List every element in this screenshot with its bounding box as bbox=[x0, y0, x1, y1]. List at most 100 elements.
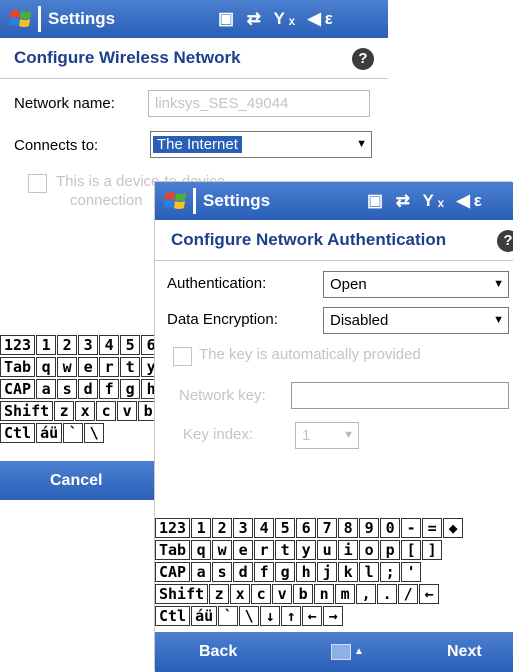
data-encryption-dropdown[interactable]: Disabled ▼ bbox=[323, 307, 509, 334]
keyboard-key[interactable]: u bbox=[317, 540, 338, 560]
keyboard-key[interactable]: m bbox=[335, 584, 356, 604]
keyboard-key[interactable]: . bbox=[377, 584, 398, 604]
keyboard-key[interactable]: s bbox=[57, 379, 78, 399]
key-auto-checkbox[interactable] bbox=[173, 347, 192, 366]
keyboard-key[interactable]: ← bbox=[419, 584, 440, 604]
keyboard-key[interactable]: ] bbox=[422, 540, 443, 560]
keyboard-key[interactable]: g bbox=[120, 379, 141, 399]
keyboard-key[interactable]: 8 bbox=[338, 518, 359, 538]
keyboard-key[interactable]: Ctl bbox=[0, 423, 36, 443]
keyboard-key[interactable]: \ bbox=[239, 606, 260, 626]
keyboard-key[interactable]: w bbox=[57, 357, 78, 377]
keyboard-key[interactable]: r bbox=[99, 357, 120, 377]
keyboard-key[interactable]: = bbox=[422, 518, 443, 538]
keyboard-key[interactable]: c bbox=[251, 584, 272, 604]
keyboard-key[interactable]: l bbox=[359, 562, 380, 582]
keyboard-key[interactable]: a bbox=[36, 379, 57, 399]
keyboard-key[interactable]: x bbox=[230, 584, 251, 604]
keyboard-key[interactable]: \ bbox=[84, 423, 105, 443]
keyboard-key[interactable]: ` bbox=[63, 423, 84, 443]
network-name-field[interactable]: linksys_SES_49044 bbox=[148, 90, 370, 117]
keyboard-key[interactable]: w bbox=[212, 540, 233, 560]
keyboard-key[interactable]: s bbox=[212, 562, 233, 582]
status-icons[interactable]: ▣ ⇄ Yₓ ◀ε bbox=[367, 182, 486, 220]
keyboard-key[interactable]: t bbox=[120, 357, 141, 377]
keyboard-key[interactable]: 2 bbox=[212, 518, 233, 538]
keyboard-key[interactable]: 3 bbox=[78, 335, 99, 355]
keyboard-key[interactable]: j bbox=[317, 562, 338, 582]
keyboard-key[interactable]: 123 bbox=[155, 518, 191, 538]
keyboard-key[interactable]: i bbox=[338, 540, 359, 560]
keyboard-key[interactable]: Shift bbox=[0, 401, 54, 421]
keyboard-key[interactable]: 0 bbox=[380, 518, 401, 538]
keyboard-key[interactable]: o bbox=[359, 540, 380, 560]
keyboard-icon[interactable] bbox=[331, 644, 351, 660]
keyboard-key[interactable]: f bbox=[254, 562, 275, 582]
keyboard-key[interactable]: CAP bbox=[155, 562, 191, 582]
sip-up-arrow-icon[interactable]: ▲ bbox=[354, 632, 364, 672]
keyboard-key[interactable]: x bbox=[75, 401, 96, 421]
keyboard-key[interactable]: CAP bbox=[0, 379, 36, 399]
help-icon[interactable]: ? bbox=[497, 230, 513, 252]
authentication-dropdown[interactable]: Open ▼ bbox=[323, 271, 509, 298]
keyboard-key[interactable]: , bbox=[356, 584, 377, 604]
keyboard-key[interactable]: 6 bbox=[296, 518, 317, 538]
keyboard-key[interactable]: q bbox=[191, 540, 212, 560]
keyboard-key[interactable]: z bbox=[54, 401, 75, 421]
keyboard-key[interactable]: → bbox=[323, 606, 344, 626]
keyboard-key[interactable]: 3 bbox=[233, 518, 254, 538]
keyboard-key[interactable]: Ctl bbox=[155, 606, 191, 626]
keyboard-key[interactable]: z bbox=[209, 584, 230, 604]
keyboard-key[interactable]: 4 bbox=[254, 518, 275, 538]
keyboard-key[interactable]: 2 bbox=[57, 335, 78, 355]
keyboard-key[interactable]: ' bbox=[401, 562, 422, 582]
keyboard-key[interactable]: e bbox=[78, 357, 99, 377]
keyboard-key[interactable]: ↓ bbox=[260, 606, 281, 626]
keyboard-key[interactable]: d bbox=[233, 562, 254, 582]
keyboard-key[interactable]: t bbox=[275, 540, 296, 560]
keyboard-key[interactable]: - bbox=[401, 518, 422, 538]
windows-start-icon[interactable] bbox=[8, 6, 34, 32]
keyboard-key[interactable]: v bbox=[117, 401, 138, 421]
keyboard-key[interactable]: / bbox=[398, 584, 419, 604]
next-button[interactable]: Next bbox=[447, 632, 482, 672]
keyboard-key[interactable]: 9 bbox=[359, 518, 380, 538]
keyboard-key[interactable]: ◆ bbox=[443, 518, 464, 538]
keyboard-key[interactable]: q bbox=[36, 357, 57, 377]
key-index-dropdown[interactable]: 1 ▼ bbox=[295, 422, 359, 449]
keyboard-key[interactable]: v bbox=[272, 584, 293, 604]
keyboard-key[interactable]: p bbox=[380, 540, 401, 560]
keyboard-key[interactable]: e bbox=[233, 540, 254, 560]
keyboard-key[interactable]: n bbox=[314, 584, 335, 604]
windows-start-icon[interactable] bbox=[163, 188, 189, 214]
keyboard-key[interactable]: [ bbox=[401, 540, 422, 560]
keyboard-key[interactable]: h bbox=[296, 562, 317, 582]
keyboard-key[interactable]: Tab bbox=[155, 540, 191, 560]
keyboard-key[interactable]: k bbox=[338, 562, 359, 582]
device-to-device-checkbox[interactable] bbox=[28, 174, 47, 193]
help-icon[interactable]: ? bbox=[352, 48, 374, 70]
keyboard-key[interactable]: b bbox=[293, 584, 314, 604]
keyboard-key[interactable]: Shift bbox=[155, 584, 209, 604]
keyboard-key[interactable]: Tab bbox=[0, 357, 36, 377]
keyboard-key[interactable]: f bbox=[99, 379, 120, 399]
keyboard-key[interactable]: áü bbox=[36, 423, 63, 443]
keyboard-key[interactable]: 123 bbox=[0, 335, 36, 355]
keyboard-key[interactable]: 5 bbox=[120, 335, 141, 355]
keyboard-key[interactable]: 1 bbox=[36, 335, 57, 355]
keyboard-key[interactable]: d bbox=[78, 379, 99, 399]
keyboard-key[interactable]: c bbox=[96, 401, 117, 421]
keyboard-key[interactable]: 4 bbox=[99, 335, 120, 355]
keyboard-key[interactable]: 5 bbox=[275, 518, 296, 538]
keyboard-key[interactable]: ← bbox=[302, 606, 323, 626]
back-button[interactable]: Back bbox=[199, 632, 237, 672]
keyboard-key[interactable]: ; bbox=[380, 562, 401, 582]
keyboard-key[interactable]: y bbox=[296, 540, 317, 560]
keyboard-key[interactable]: áü bbox=[191, 606, 218, 626]
keyboard-key[interactable]: 7 bbox=[317, 518, 338, 538]
network-key-field[interactable] bbox=[291, 382, 509, 409]
keyboard-key[interactable]: r bbox=[254, 540, 275, 560]
keyboard-key[interactable]: ↑ bbox=[281, 606, 302, 626]
keyboard-key[interactable]: 1 bbox=[191, 518, 212, 538]
keyboard-key[interactable]: ` bbox=[218, 606, 239, 626]
